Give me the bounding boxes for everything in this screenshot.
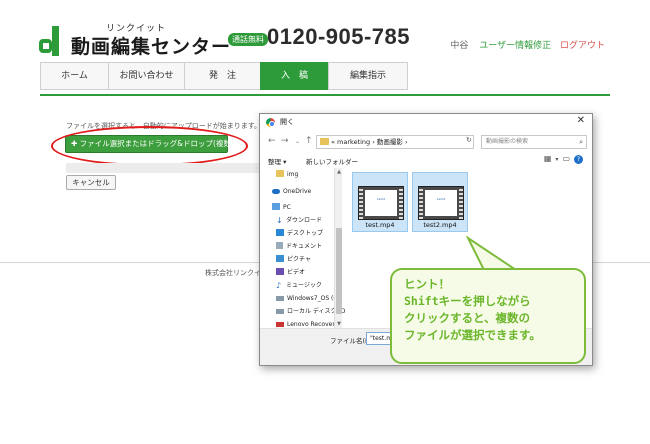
highlight-circle [51, 126, 248, 166]
hint-callout: ヒント！ Shiftキーを押しながら クリックすると、複数の ファイルが選択でき… [390, 268, 586, 364]
pc-icon [272, 203, 280, 210]
tab-home[interactable]: ホーム [40, 62, 108, 90]
file-name: test.mp4 [365, 221, 395, 229]
drive-icon [276, 296, 284, 301]
help-icon: ? [574, 155, 583, 164]
drive-icon [276, 309, 284, 314]
cloud-icon [272, 189, 280, 194]
free-call-badge: 通話無料 [228, 33, 268, 46]
upload-progress-area [66, 163, 262, 173]
logo-title: 動画編集センター [71, 36, 232, 58]
sidebar-item-videos[interactable]: ビデオ [276, 268, 305, 278]
sidebar-item-pictures[interactable]: ピクチャ [276, 255, 311, 265]
new-folder-button[interactable]: 新しいフォルダー [306, 156, 358, 166]
up-arrow-icon[interactable]: ↑ [305, 136, 313, 146]
phone-number: 0120-905-785 [267, 24, 411, 49]
hint-line: Shiftキーを押しながら [404, 294, 531, 308]
logo-mark-icon [39, 26, 59, 56]
download-icon: ↓ [276, 216, 283, 225]
view-icon: ▦ [543, 154, 556, 163]
search-icon: ⌕ [579, 138, 583, 146]
drive-icon [276, 322, 284, 327]
main-nav: ホーム お問い合わせ 発 注 入 稿 編集指示 [40, 62, 610, 90]
folder-icon [276, 170, 284, 177]
breadcrumb: « marketing › 動画撮影 › [331, 138, 408, 146]
folder-icon [320, 138, 329, 145]
organize-menu[interactable]: 整理 ▾ [268, 156, 286, 166]
sidebar-item-onedrive[interactable]: OneDrive [272, 187, 311, 197]
tab-edit-instructions[interactable]: 編集指示 [328, 62, 408, 90]
video-icon [276, 268, 284, 275]
file-item[interactable]: Linkit test.mp4 [352, 172, 408, 232]
user-name: 中谷 [450, 41, 469, 51]
back-arrow-icon[interactable]: ← [268, 136, 276, 146]
video-file-icon: Linkit [418, 186, 464, 220]
address-bar-row: ← → ⌄ ↑ « marketing › 動画撮影 › ↻ 動画撮影の検索 ⌕ [260, 133, 592, 151]
site-logo[interactable]: リンクイット 動画編集センター [38, 18, 248, 62]
scroll-thumb[interactable] [336, 228, 342, 314]
hint-title: ヒント！ [404, 277, 450, 291]
preview-pane-icon: ▭ [562, 154, 574, 163]
dialog-titlebar[interactable]: 開く ✕ [260, 114, 592, 131]
address-bar[interactable]: « marketing › 動画撮影 › [316, 135, 474, 149]
search-input[interactable]: 動画撮影の検索 ⌕ [481, 135, 587, 149]
user-edit-link[interactable]: ユーザー情報修正 [479, 41, 551, 51]
sidebar-item-img[interactable]: img [276, 170, 298, 180]
desktop-icon [276, 229, 284, 236]
hint-line: クリックすると、複数の [404, 311, 531, 325]
sidebar-item-drive-c[interactable]: Windows7_OS (C [276, 294, 338, 304]
sidebar-scrollbar[interactable]: ▲ ▼ [334, 168, 342, 328]
tab-submit[interactable]: 入 稿 [260, 62, 328, 90]
chrome-icon [266, 118, 275, 127]
hint-pointer [465, 236, 520, 272]
scroll-down-icon: ▼ [337, 321, 341, 327]
sidebar-item-desktop[interactable]: デスクトップ [276, 229, 323, 239]
user-links: 中谷 ユーザー情報修正 ログアウト [450, 38, 605, 51]
tab-contact[interactable]: お問い合わせ [108, 62, 184, 90]
forward-arrow-icon[interactable]: → [281, 136, 289, 146]
logout-link[interactable]: ログアウト [560, 41, 605, 51]
pictures-icon [276, 255, 284, 262]
documents-icon [276, 242, 283, 249]
sidebar-item-documents[interactable]: ドキュメント [276, 242, 322, 252]
sidebar-item-downloads[interactable]: ↓ ダウンロード [276, 216, 322, 226]
refresh-icon[interactable]: ↻ [466, 136, 472, 144]
file-name: test2.mp4 [423, 221, 457, 229]
music-icon: ♪ [276, 281, 282, 290]
file-item[interactable]: Linkit test2.mp4 [412, 172, 468, 232]
sidebar-item-pc[interactable]: PC [272, 203, 291, 213]
close-icon[interactable]: ✕ [577, 115, 585, 126]
dialog-toolbar: 整理 ▾ 新しいフォルダー ▦▾▭? [260, 154, 592, 168]
search-placeholder: 動画撮影の検索 [486, 138, 529, 145]
scroll-up-icon: ▲ [337, 169, 341, 175]
hint-line: ファイルが選択できます。 [404, 328, 541, 342]
view-options[interactable]: ▦▾▭? [544, 154, 583, 164]
dialog-title: 開く [280, 118, 294, 126]
navigation-pane: img OneDrive PC ↓ ダウンロード デスクトップ ドキュメント ピク… [268, 169, 345, 328]
recent-dropdown-icon[interactable]: ⌄ [295, 138, 300, 145]
nav-underline [40, 94, 610, 96]
cancel-button[interactable]: キャンセル [66, 175, 116, 190]
tab-order[interactable]: 発 注 [184, 62, 260, 90]
video-file-icon: Linkit [358, 186, 404, 220]
sidebar-item-music[interactable]: ♪ ミュージック [276, 281, 322, 291]
